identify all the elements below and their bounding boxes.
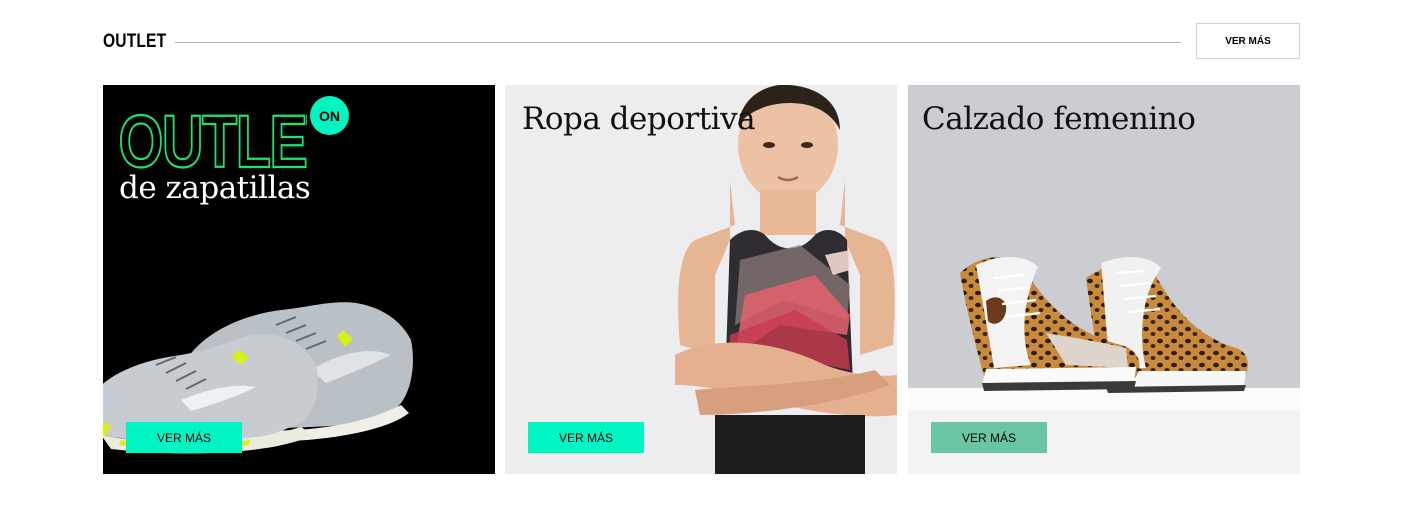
promo-card-sportswear[interactable]: Ropa deportiva VER MÁS	[505, 85, 897, 474]
outlet-wordmark-text: OUTLET	[119, 103, 307, 175]
cta-button[interactable]: VER MÁS	[931, 422, 1047, 453]
cta-button[interactable]: VER MÁS	[126, 422, 242, 453]
promo-card-womens-shoes[interactable]: Calzado femenino VER MÁS	[908, 85, 1300, 474]
outlet-wordmark: OUTLET	[118, 103, 307, 175]
cta-button[interactable]: VER MÁS	[528, 422, 644, 453]
card-subtitle: de zapatillas	[119, 170, 311, 206]
section-title: OUTLET	[103, 31, 167, 52]
see-more-button[interactable]: VER MÁS	[1196, 23, 1300, 59]
on-badge: ON	[310, 96, 349, 135]
section-header: OUTLET VER MÁS	[103, 23, 1300, 59]
woman-sports-top-image	[675, 85, 897, 474]
leopard-high-top-sneakers-image	[960, 256, 1248, 393]
section-divider	[175, 42, 1181, 43]
promo-card-outlet-sneakers[interactable]: OUTLET ON de zapatillas VER MÁS	[103, 85, 495, 474]
card-title: Ropa deportiva	[522, 101, 756, 137]
card-title: Calzado femenino	[922, 101, 1196, 137]
